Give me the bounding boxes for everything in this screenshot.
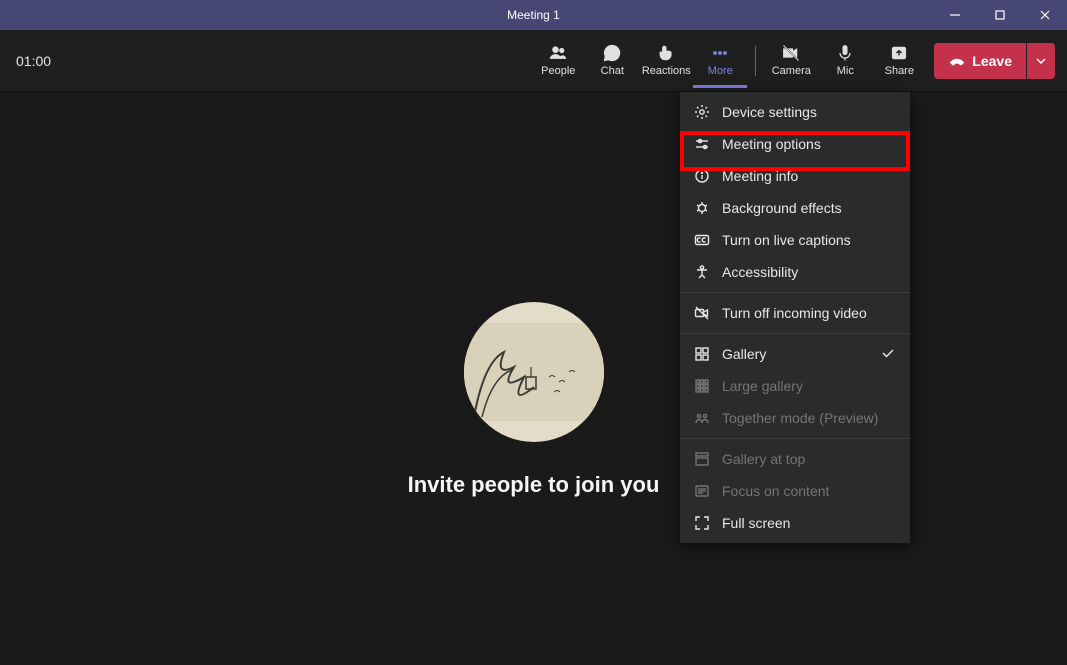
leave-button[interactable]: Leave: [934, 43, 1026, 79]
menu-accessibility[interactable]: Accessibility: [680, 256, 910, 288]
large-grid-icon: [694, 378, 710, 394]
more-icon: [710, 41, 730, 65]
menu-label: Large gallery: [722, 378, 803, 394]
video-off-icon: [694, 305, 710, 321]
gallery-top-icon: [694, 451, 710, 467]
minimize-icon: [949, 9, 961, 21]
menu-label: Device settings: [722, 104, 817, 120]
menu-label: Turn on live captions: [722, 232, 851, 248]
chat-icon: [602, 41, 622, 65]
more-label: More: [708, 65, 733, 77]
cc-icon: [694, 232, 710, 248]
avatar-image: [464, 323, 604, 421]
focus-icon: [694, 483, 710, 499]
hangup-icon: [948, 52, 966, 70]
participant-avatar: [464, 302, 604, 442]
mic-icon: [835, 41, 855, 65]
camera-off-icon: [781, 41, 801, 65]
share-button[interactable]: Share: [872, 33, 926, 88]
menu-separator: [680, 438, 910, 439]
more-menu: Device settings Meeting options Meeting …: [680, 92, 910, 543]
window-controls: [932, 0, 1067, 30]
reactions-button[interactable]: Reactions: [639, 33, 693, 88]
chat-button[interactable]: Chat: [585, 33, 639, 88]
menu-gallery[interactable]: Gallery: [680, 338, 910, 370]
menu-separator: [680, 333, 910, 334]
menu-together-mode: Together mode (Preview): [680, 402, 910, 434]
maximize-icon: [994, 9, 1006, 21]
sliders-icon: [694, 136, 710, 152]
menu-device-settings[interactable]: Device settings: [680, 96, 910, 128]
menu-meeting-info[interactable]: Meeting info: [680, 160, 910, 192]
invite-text: Invite people to join you: [408, 472, 660, 498]
menu-label: Together mode (Preview): [722, 410, 878, 426]
mic-button[interactable]: Mic: [818, 33, 872, 88]
title-bar: Meeting 1: [0, 0, 1067, 30]
leave-group: Leave: [934, 43, 1055, 79]
chat-label: Chat: [601, 65, 624, 77]
menu-label: Full screen: [722, 515, 790, 531]
camera-label: Camera: [772, 65, 811, 77]
toolbar-separator: [755, 46, 756, 76]
reactions-label: Reactions: [642, 65, 691, 77]
menu-label: Meeting options: [722, 136, 821, 152]
together-icon: [694, 410, 710, 426]
window-title: Meeting 1: [0, 8, 1067, 22]
camera-button[interactable]: Camera: [764, 33, 818, 88]
share-icon: [889, 41, 909, 65]
sparkle-icon: [694, 200, 710, 216]
close-icon: [1039, 9, 1051, 21]
meeting-timer: 01:00: [16, 53, 51, 69]
menu-meeting-options[interactable]: Meeting options: [680, 128, 910, 160]
chevron-down-icon: [1035, 55, 1047, 67]
menu-label: Focus on content: [722, 483, 829, 499]
fullscreen-icon: [694, 515, 710, 531]
people-icon: [548, 41, 568, 65]
maximize-button[interactable]: [977, 0, 1022, 30]
menu-large-gallery: Large gallery: [680, 370, 910, 402]
menu-label: Gallery at top: [722, 451, 805, 467]
minimize-button[interactable]: [932, 0, 977, 30]
menu-label: Gallery: [722, 346, 766, 362]
menu-full-screen[interactable]: Full screen: [680, 507, 910, 539]
accessibility-icon: [694, 264, 710, 280]
menu-label: Turn off incoming video: [722, 305, 867, 321]
menu-turn-off-incoming[interactable]: Turn off incoming video: [680, 297, 910, 329]
more-button[interactable]: More: [693, 33, 747, 88]
menu-label: Meeting info: [722, 168, 798, 184]
menu-label: Background effects: [722, 200, 842, 216]
leave-label: Leave: [972, 53, 1012, 69]
info-icon: [694, 168, 710, 184]
people-button[interactable]: People: [531, 33, 585, 88]
gear-icon: [694, 104, 710, 120]
menu-background-effects[interactable]: Background effects: [680, 192, 910, 224]
reactions-icon: [656, 41, 676, 65]
check-icon: [880, 345, 896, 364]
close-button[interactable]: [1022, 0, 1067, 30]
mic-label: Mic: [837, 65, 854, 77]
grid-icon: [694, 346, 710, 362]
teams-meeting-window: Meeting 1 01:00 People Chat: [0, 0, 1067, 665]
people-label: People: [541, 65, 575, 77]
menu-live-captions[interactable]: Turn on live captions: [680, 224, 910, 256]
menu-gallery-at-top: Gallery at top: [680, 443, 910, 475]
menu-label: Accessibility: [722, 264, 798, 280]
menu-separator: [680, 292, 910, 293]
meeting-toolbar: 01:00 People Chat Reactions More: [0, 30, 1067, 92]
leave-dropdown-button[interactable]: [1027, 43, 1055, 79]
menu-focus-on-content: Focus on content: [680, 475, 910, 507]
share-label: Share: [885, 65, 914, 77]
